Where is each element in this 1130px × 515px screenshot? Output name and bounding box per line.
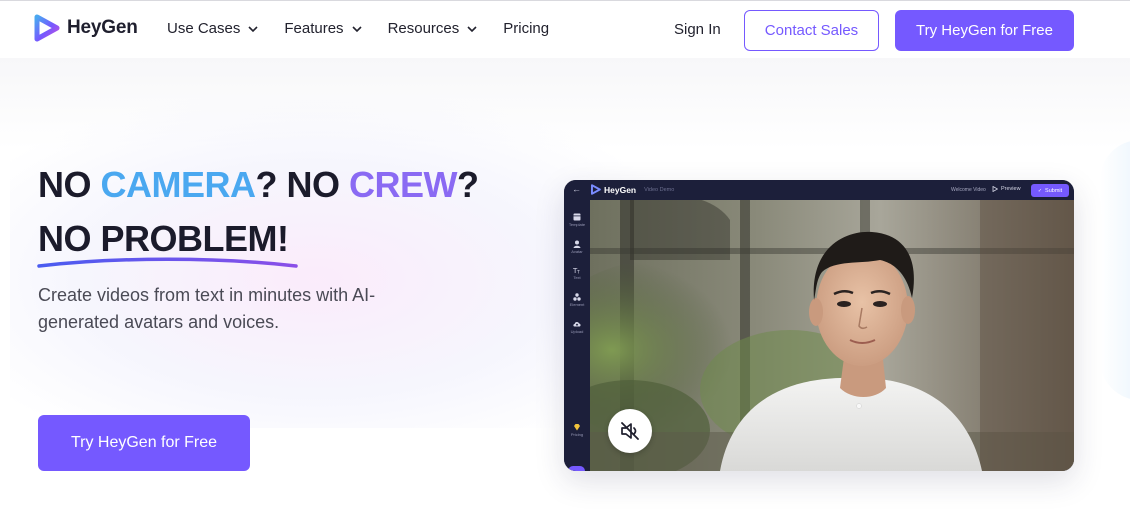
nav-resources-label: Resources [387, 20, 460, 37]
sidebar-item-element[interactable]: Element [564, 293, 590, 307]
mockup-preview-label: Preview [1001, 186, 1021, 192]
chevron-down-icon [351, 25, 362, 32]
diamond-icon [574, 424, 580, 431]
headline-no-2: ? NO [255, 164, 350, 205]
sidebar-item-text[interactable]: TT Text [564, 266, 590, 280]
mockup-toolbar: ← HeyGen Video Demo Welcome Video Previe… [564, 180, 1074, 200]
hero-headline-line1: NO CAMERA? NO CREW? [38, 164, 479, 206]
mockup-preview-button[interactable]: Preview [992, 186, 1021, 192]
mockup-submit-button[interactable]: ✓ Submit [1031, 184, 1069, 197]
logo-link[interactable]: HeyGen [32, 14, 138, 42]
svg-text:T: T [576, 270, 580, 275]
nav-pricing[interactable]: Pricing [503, 20, 549, 37]
sidebar-item-avatar[interactable]: Avatar [564, 240, 590, 254]
template-icon [573, 213, 581, 221]
muted-speaker-icon [621, 422, 639, 440]
hero-subtext: Create videos from text in minutes with … [38, 285, 376, 332]
mockup-logo-text: HeyGen [604, 184, 637, 195]
sidebar-label-template: Template [568, 222, 586, 227]
mockup-sidebar: Template Avatar TT Text Element Upload P… [564, 200, 590, 471]
play-icon [992, 186, 998, 192]
mockup-logo: HeyGen Video Demo [590, 184, 674, 195]
mockup-video-title: Welcome Video [951, 187, 986, 193]
main-nav: HeyGen Use Cases Features Resources Pric… [0, 1, 1130, 57]
sidebar-label-element: Element [569, 302, 585, 307]
heygen-logo-icon [590, 184, 601, 195]
hero-side-glow [1100, 140, 1130, 400]
try-free-nav-button[interactable]: Try HeyGen for Free [895, 10, 1074, 51]
mute-toggle-button[interactable] [608, 409, 652, 453]
upload-icon [573, 321, 581, 327]
nav-menu: Use Cases Features Resources Pricing [167, 20, 574, 37]
avatar-icon [573, 240, 581, 248]
mockup-submit-label: Submit [1045, 187, 1063, 194]
avatar-video-preview[interactable] [590, 200, 1074, 471]
check-icon: ✓ [1037, 187, 1043, 194]
sidebar-label-pricing: Pricing [570, 432, 584, 437]
sidebar-item-template[interactable]: Template [564, 213, 590, 227]
headline-underline [37, 257, 298, 268]
headline-no-1: NO [38, 164, 101, 205]
user-avatar[interactable] [568, 466, 585, 471]
hero-headline-line2: NO PROBLEM! [38, 218, 289, 259]
sidebar-label-text: Text [573, 275, 581, 280]
element-icon [573, 293, 581, 301]
sidebar-label-avatar: Avatar [571, 249, 583, 254]
nav-features-label: Features [284, 20, 344, 37]
nav-resources[interactable]: Resources [388, 20, 479, 37]
back-arrow-icon[interactable]: ← [572, 184, 581, 194]
logo-text: HeyGen [67, 17, 138, 38]
sidebar-item-pricing[interactable]: Pricing [564, 423, 590, 437]
sidebar-label-upload: Upload [570, 329, 584, 334]
contact-sales-button[interactable]: Contact Sales [744, 10, 879, 51]
headline-crew: CREW [349, 164, 458, 205]
nav-features[interactable]: Features [284, 20, 362, 37]
heygen-logo-icon [34, 14, 60, 42]
sign-in-link[interactable]: Sign In [674, 21, 721, 38]
text-icon: TT [573, 267, 580, 275]
mockup-project-label: Video Demo [644, 186, 675, 193]
nav-use-cases[interactable]: Use Cases [167, 20, 259, 37]
chevron-down-icon [248, 25, 258, 32]
headline-camera: CAMERA [100, 164, 257, 205]
chevron-down-icon [467, 25, 477, 32]
nav-pricing-label: Pricing [503, 20, 550, 37]
sidebar-item-upload[interactable]: Upload [564, 320, 590, 334]
try-free-hero-button[interactable]: Try HeyGen for Free [38, 415, 250, 471]
headline-question: ? [457, 164, 479, 205]
nav-use-cases-label: Use Cases [167, 20, 241, 37]
